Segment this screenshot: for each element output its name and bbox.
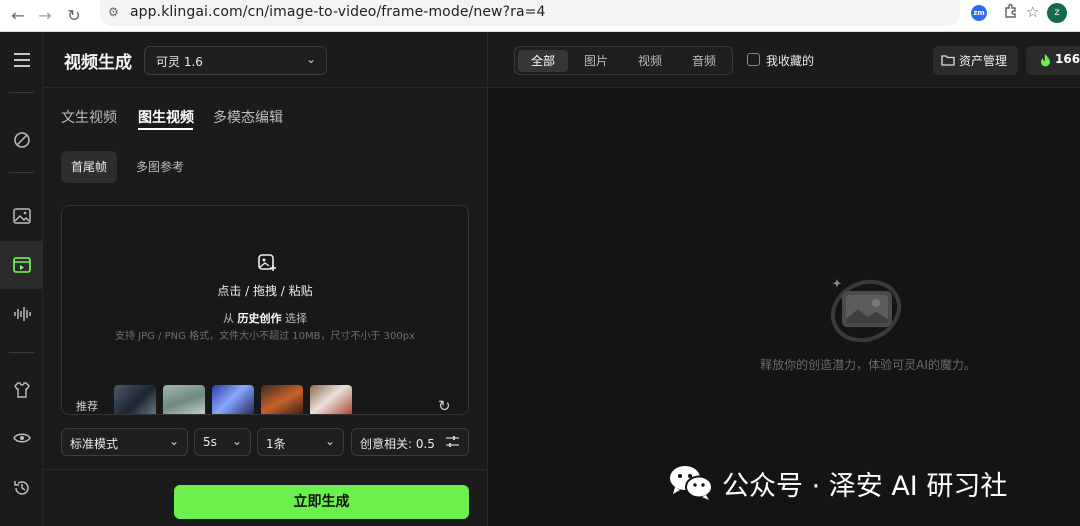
menu-icon[interactable] (0, 36, 43, 84)
extension-icon[interactable]: zm (971, 5, 987, 21)
creativity-control[interactable]: 创意相关: 0.5 (351, 428, 469, 456)
subtab-first-last-frame[interactable]: 首尾帧 (61, 151, 118, 183)
credits-badge[interactable]: 166 (1026, 46, 1080, 75)
recommended-thumbnail[interactable] (261, 385, 303, 414)
rail-divider (9, 352, 34, 353)
page-title: 视频生成 (64, 53, 132, 73)
model-label: 可灵 1.6 (156, 55, 203, 69)
eye-icon[interactable] (0, 414, 43, 462)
asset-management-label: 资产管理 (959, 54, 1008, 68)
site-info-icon[interactable]: ⚙ (108, 5, 122, 19)
rail-divider (9, 172, 34, 173)
tab-text-to-video[interactable]: 文生视频 (61, 107, 117, 127)
tab-image-to-video[interactable]: 图生视频 (138, 107, 194, 127)
panel-separator (487, 32, 488, 526)
shirt-icon[interactable] (0, 366, 43, 414)
generate-button[interactable]: 立即生成 (174, 485, 469, 519)
filter-all[interactable]: 全部 (518, 50, 568, 72)
back-icon[interactable]: ← (6, 4, 30, 28)
filter-segmented-control: 全部 图片 视频 音频 (514, 46, 733, 75)
subtab-multi-image-reference[interactable]: 多图参考 (126, 151, 194, 183)
recommended-thumbnail[interactable] (163, 385, 205, 414)
reload-icon[interactable]: ↻ (62, 4, 86, 28)
watermark-text: 公众号 · 泽安 AI 研习社 (722, 471, 1008, 502)
active-tab-indicator (138, 128, 193, 130)
icon-rail (0, 32, 43, 526)
generation-panel: 文生视频 图生视频 多模态编辑 首尾帧 多图参考 点击 / 拖拽 / 粘贴 从 … (43, 88, 487, 526)
from-label: 从 (223, 312, 234, 325)
duration-label: 5s (203, 435, 217, 449)
image-upload-area[interactable]: 点击 / 拖拽 / 粘贴 从 历史创作 选择 支持 JPG / PNG 格式，文… (61, 205, 469, 415)
model-select[interactable]: 可灵 1.6 ⌄ (144, 46, 327, 75)
sliders-icon (446, 436, 459, 447)
asset-management-button[interactable]: 资产管理 (933, 46, 1018, 75)
address-bar[interactable]: ⚙ app.klingai.com/cn/image-to-video/fram… (100, 0, 1039, 26)
empty-state-text: 释放你的创造潜力，体验可灵AI的魔力。 (760, 358, 976, 372)
filter-videos[interactable]: 视频 (625, 50, 675, 72)
select-label: 选择 (285, 312, 307, 325)
flame-icon (1041, 54, 1050, 67)
favorites-label[interactable]: 我收藏的 (766, 52, 814, 69)
rail-divider (9, 92, 34, 93)
mode-select[interactable]: 标准模式 ⌄ (61, 428, 188, 456)
extensions-puzzle-icon[interactable] (1003, 3, 1019, 23)
tab-multimodal-edit[interactable]: 多模态编辑 (213, 107, 283, 127)
chevron-down-icon: ⌄ (324, 434, 335, 448)
format-hint: 支持 JPG / PNG 格式，文件大小不超过 10MB，尺寸不小于 300px (115, 331, 415, 342)
history-icon[interactable] (0, 464, 43, 512)
recommended-thumbnail[interactable] (114, 385, 156, 414)
chevron-down-icon: ⌄ (168, 434, 179, 448)
bookmark-star-icon[interactable]: ☆ (1026, 3, 1039, 21)
count-label: 1条 (266, 437, 286, 451)
forward-icon[interactable]: → (33, 4, 57, 28)
history-link[interactable]: 历史创作 (238, 312, 282, 325)
upload-instruction: 点击 / 拖拽 / 粘贴 (217, 284, 313, 298)
panel-divider (43, 469, 487, 470)
creativity-label: 创意相关: 0.5 (360, 437, 435, 451)
chevron-down-icon: ⌄ (231, 434, 242, 448)
favorites-checkbox[interactable] (747, 53, 760, 66)
url-text[interactable]: app.klingai.com/cn/image-to-video/frame-… (130, 4, 546, 20)
audio-wave-icon[interactable] (0, 290, 43, 338)
image-icon[interactable] (0, 192, 43, 240)
folder-icon (941, 55, 955, 66)
magic-wand-icon[interactable] (0, 116, 43, 164)
chevron-down-icon: ⌄ (305, 52, 316, 66)
duration-select[interactable]: 5s ⌄ (194, 428, 251, 456)
mode-label: 标准模式 (70, 437, 119, 451)
filter-audio[interactable]: 音频 (679, 50, 729, 72)
empty-gallery-illustration (830, 279, 902, 343)
count-select[interactable]: 1条 ⌄ (257, 428, 344, 456)
recommended-thumbnail[interactable] (310, 385, 352, 414)
filter-images[interactable]: 图片 (571, 50, 621, 72)
refresh-icon[interactable]: ↻ (438, 397, 451, 414)
profile-avatar[interactable]: z (1047, 3, 1067, 23)
upload-image-icon (258, 254, 276, 271)
generation-header: 视频生成 可灵 1.6 ⌄ (43, 32, 487, 88)
recommend-label: 推荐 (76, 400, 98, 413)
gallery-header: 全部 图片 视频 音频 我收藏的 资产管理 166 (488, 32, 1080, 88)
wechat-logo-icon (670, 466, 713, 500)
history-select-line: 从 历史创作 选择 (62, 310, 468, 326)
recommended-thumbnail[interactable] (212, 385, 254, 414)
credits-count: 166 (1055, 52, 1080, 66)
video-icon[interactable] (0, 241, 43, 289)
browser-toolbar: ← → ↻ ⚙ app.klingai.com/cn/image-to-vide… (0, 0, 1080, 32)
